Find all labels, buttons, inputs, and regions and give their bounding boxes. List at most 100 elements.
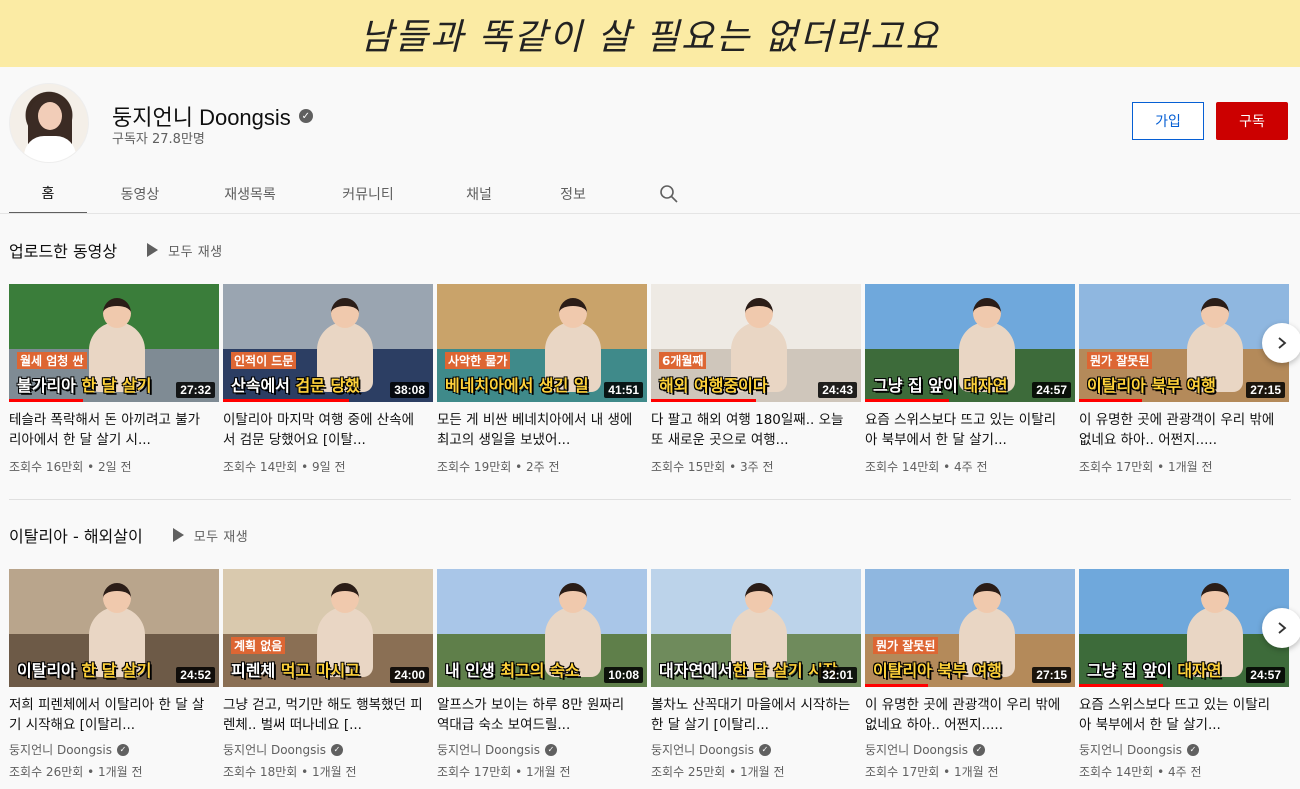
video-card[interactable]: 그냥 집 앞이 대자연 24:57 요즘 스위스보다 뜨고 있는 이탈리아 북부에서… <box>1079 569 1289 780</box>
subscribe-button[interactable]: 구독 <box>1216 102 1288 140</box>
video-channel-name[interactable]: 둥지언니 Doongsis <box>1079 741 1182 758</box>
video-thumbnail[interactable]: 그냥 집 앞이 대자연 24:57 <box>1079 569 1289 687</box>
thumbnail-caption-top: 계획 없음 <box>231 637 286 654</box>
play-all-label: 모두 재생 <box>193 529 249 545</box>
video-title[interactable]: 이 유명한 곳에 관광객이 우리 밖에 없네요 하아.. 어쩐지..... <box>1079 410 1289 450</box>
play-all-button[interactable]: 모두 재생 <box>172 526 249 545</box>
video-title[interactable]: 요즘 스위스보다 뜨고 있는 이탈리아 북부에서 한 달 살기... <box>865 410 1075 450</box>
video-channel[interactable]: 둥지언니 Doongsis ✓ <box>9 741 219 758</box>
thumbnail-person-head <box>331 583 359 613</box>
thumbnail-caption-top: 뭔가 잘못된 <box>1087 352 1153 369</box>
channel-tabs: 홈 동영상 재생목록 커뮤니티 채널 정보 <box>9 174 683 214</box>
video-card[interactable]: 대자연에서한 달 살기 시작 32:01 볼차노 산꼭대기 마을에서 시작하는 한 … <box>651 569 861 780</box>
video-card[interactable]: 내 인생 최고의 숙소 10:08 알프스가 보이는 하루 8만 원짜리 역대급 숙… <box>437 569 647 780</box>
shelf-title[interactable]: 업로드한 동영상 <box>9 238 117 262</box>
video-meta: 조회수 17만회 • 1개월 전 <box>1079 460 1213 474</box>
video-channel-name[interactable]: 둥지언니 Doongsis <box>223 741 326 758</box>
tab-channels[interactable]: 채널 <box>429 174 529 214</box>
video-title[interactable]: 테슬라 폭락해서 돈 아끼려고 불가리아에서 한 달 살기 시... <box>9 410 219 450</box>
watch-progress-bar <box>1079 399 1142 402</box>
video-title[interactable]: 요즘 스위스보다 뜨고 있는 이탈리아 북부에서 한 달 살기... <box>1079 695 1289 735</box>
video-card[interactable]: 6개월째 해외 여행중이다 24:43 다 팔고 해외 여행 180일째.. 오늘 또… <box>651 284 861 475</box>
thumbnail-caption-text: 내 인생 <box>445 661 501 680</box>
join-button[interactable]: 가입 <box>1132 102 1204 140</box>
video-thumbnail[interactable]: 사악한 물가 베네치아에서 생긴 일 41:51 <box>437 284 647 402</box>
watch-progress-bar <box>9 399 83 402</box>
chevron-right-icon[interactable] <box>1262 323 1300 363</box>
video-thumbnail[interactable]: 이탈리아 한 달 살기 24:52 <box>9 569 219 687</box>
channel-avatar[interactable] <box>9 83 89 163</box>
video-thumbnail[interactable]: 인적이 드문 산속에서 검문 당했 38:08 <box>223 284 433 402</box>
verified-icon: ✓ <box>1186 743 1199 756</box>
video-channel[interactable]: 둥지언니 Doongsis ✓ <box>651 741 861 758</box>
video-card[interactable]: 사악한 물가 베네치아에서 생긴 일 41:51 모든 게 비싼 베네치아에서 내 생… <box>437 284 647 475</box>
chevron-right-icon[interactable] <box>1262 608 1300 648</box>
tab-about[interactable]: 정보 <box>529 174 617 214</box>
thumbnail-caption: 산속에서 검문 당했 <box>231 372 360 396</box>
video-card[interactable]: 월세 엄청 싼 불가리아 한 달 살기 27:32 테슬라 폭락해서 돈 아끼려고 불… <box>9 284 219 475</box>
video-duration: 24:00 <box>390 667 429 683</box>
play-all-label: 모두 재생 <box>168 244 223 260</box>
video-channel-name[interactable]: 둥지언니 Doongsis <box>865 741 968 758</box>
video-thumbnail[interactable]: 그냥 집 앞이 대자연 24:57 <box>865 284 1075 402</box>
video-title[interactable]: 저희 피렌체에서 이탈리아 한 달 살기 시작해요 [이탈리... <box>9 695 219 735</box>
thumbnail-caption: 이탈리아 한 달 살기 <box>17 657 151 681</box>
video-channel-name[interactable]: 둥지언니 Doongsis <box>651 741 754 758</box>
video-channel[interactable]: 둥지언니 Doongsis ✓ <box>223 741 433 758</box>
video-title[interactable]: 알프스가 보이는 하루 8만 원짜리 역대급 숙소 보여드릴... <box>437 695 647 735</box>
video-row-italy: 이탈리아 한 달 살기 24:52 저희 피렌체에서 이탈리아 한 달 살기 시작해… <box>9 569 1289 780</box>
video-card[interactable]: 그냥 집 앞이 대자연 24:57 요즘 스위스보다 뜨고 있는 이탈리아 북부에서… <box>865 284 1075 475</box>
video-thumbnail[interactable]: 뭔가 잘못된 이탈리아 북부 여행 27:15 <box>1079 284 1289 402</box>
thumbnail-caption-highlight: 한 달 살기 <box>81 661 152 680</box>
video-duration: 10:08 <box>604 667 643 683</box>
verified-icon: ✓ <box>972 743 985 756</box>
video-title[interactable]: 모든 게 비싼 베네치아에서 내 생에 최고의 생일을 보냈어... <box>437 410 647 450</box>
video-thumbnail[interactable]: 대자연에서한 달 살기 시작 32:01 <box>651 569 861 687</box>
video-title[interactable]: 그냥 걷고, 먹기만 해도 행복했던 피렌체.. 벌써 떠나네요 [... <box>223 695 433 735</box>
channel-header: 둥지언니 Doongsis ✓ 구독자 27.8만명 가입 구독 홈 동영상 재… <box>0 67 1300 214</box>
video-title[interactable]: 이탈리아 마지막 여행 중에 산속에서 검문 당했어요 [이탈... <box>223 410 433 450</box>
video-card[interactable]: 계획 없음 피렌체 먹고 마시고 24:00 그냥 걷고, 먹기만 해도 행복했던 피… <box>223 569 433 780</box>
video-thumbnail[interactable]: 뭔가 잘못된 이탈리아 북부 여행 27:15 <box>865 569 1075 687</box>
thumbnail-person-head <box>103 583 131 613</box>
video-meta: 조회수 26만회 • 1개월 전 <box>9 765 143 779</box>
thumbnail-person-head <box>1201 583 1229 613</box>
video-title[interactable]: 이 유명한 곳에 관광객이 우리 밖에 없네요 하아.. 어쩐지..... <box>865 695 1075 735</box>
watch-progress-bar <box>1079 684 1163 687</box>
video-channel[interactable]: 둥지언니 Doongsis ✓ <box>437 741 647 758</box>
video-card[interactable]: 뭔가 잘못된 이탈리아 북부 여행 27:15 이 유명한 곳에 관광객이 우리 밖에… <box>1079 284 1289 475</box>
video-channel-name[interactable]: 둥지언니 Doongsis <box>437 741 540 758</box>
thumbnail-person-head <box>331 298 359 328</box>
video-card[interactable]: 뭔가 잘못된 이탈리아 북부 여행 27:15 이 유명한 곳에 관광객이 우리 밖에… <box>865 569 1075 780</box>
video-title[interactable]: 볼차노 산꼭대기 마을에서 시작하는 한 달 살기 [이탈리... <box>651 695 861 735</box>
video-thumbnail[interactable]: 내 인생 최고의 숙소 10:08 <box>437 569 647 687</box>
thumbnail-caption-text: 이탈리아 <box>17 661 82 680</box>
video-thumbnail[interactable]: 계획 없음 피렌체 먹고 마시고 24:00 <box>223 569 433 687</box>
tab-home[interactable]: 홈 <box>9 174 87 214</box>
thumbnail-caption-highlight: 해외 여행중이다 <box>659 376 768 395</box>
video-meta: 조회수 16만회 • 2일 전 <box>9 460 132 474</box>
shelf-header-uploads: 업로드한 동영상 모두 재생 <box>9 238 223 262</box>
tab-videos[interactable]: 동영상 <box>87 174 193 214</box>
play-all-button[interactable]: 모두 재생 <box>147 241 222 260</box>
tab-community[interactable]: 커뮤니티 <box>307 174 429 214</box>
thumbnail-person-head <box>745 583 773 613</box>
shelf-title[interactable]: 이탈리아 - 해외살이 <box>9 523 143 547</box>
video-channel-name[interactable]: 둥지언니 Doongsis <box>9 741 112 758</box>
video-thumbnail[interactable]: 6개월째 해외 여행중이다 24:43 <box>651 284 861 402</box>
shelf-header-italy: 이탈리아 - 해외살이 모두 재생 <box>9 523 248 547</box>
video-card[interactable]: 이탈리아 한 달 살기 24:52 저희 피렌체에서 이탈리아 한 달 살기 시작해… <box>9 569 219 780</box>
thumbnail-caption-highlight: 대자연 <box>963 376 1008 395</box>
video-duration: 24:57 <box>1246 667 1285 683</box>
video-card[interactable]: 인적이 드문 산속에서 검문 당했 38:08 이탈리아 마지막 여행 중에 산속에서… <box>223 284 433 475</box>
tab-playlists[interactable]: 재생목록 <box>193 174 307 214</box>
video-title[interactable]: 다 팔고 해외 여행 180일째.. 오늘 또 새로운 곳으로 여행... <box>651 410 861 450</box>
search-icon[interactable] <box>655 174 683 214</box>
video-duration: 27:32 <box>176 382 215 398</box>
video-channel[interactable]: 둥지언니 Doongsis ✓ <box>1079 741 1289 758</box>
video-duration: 24:52 <box>176 667 215 683</box>
shelf-divider <box>9 499 1291 500</box>
video-thumbnail[interactable]: 월세 엄청 싼 불가리아 한 달 살기 27:32 <box>9 284 219 402</box>
thumbnail-caption: 그냥 집 앞이 대자연 <box>873 372 1007 396</box>
video-channel[interactable]: 둥지언니 Doongsis ✓ <box>865 741 1075 758</box>
